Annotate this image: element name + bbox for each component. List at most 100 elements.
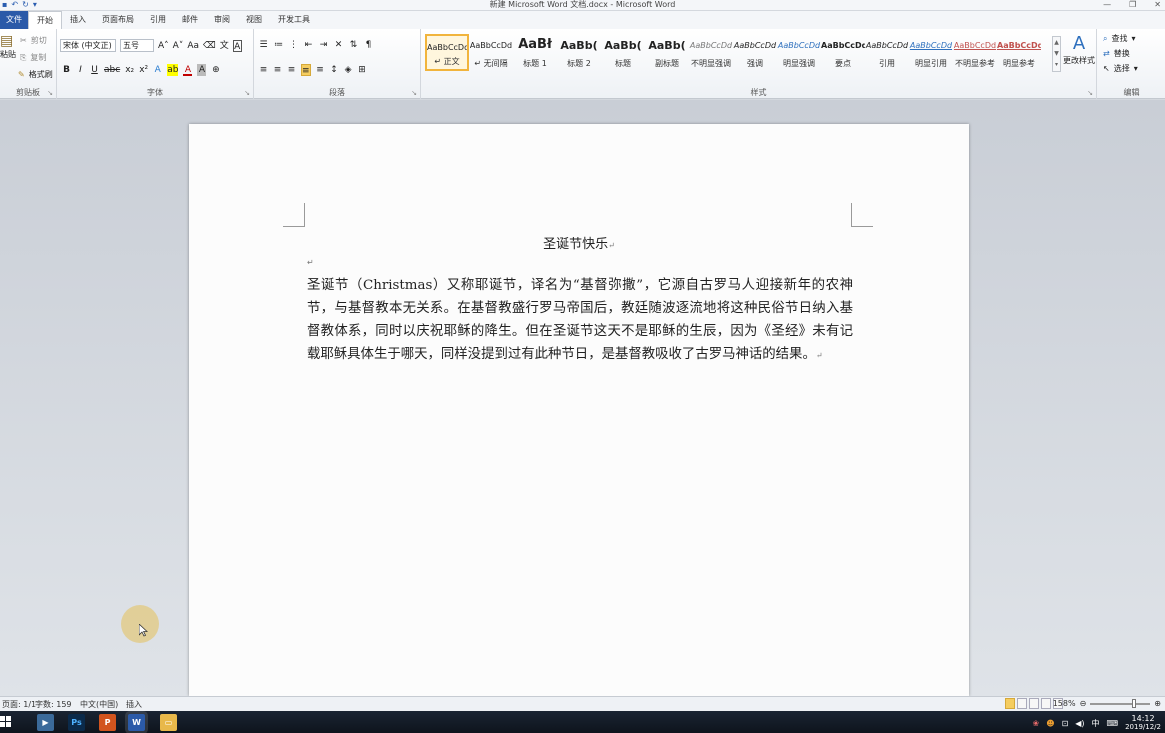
find-dropdown-icon[interactable]: ▾ (1131, 34, 1135, 43)
distributed-icon[interactable]: ≡ (316, 64, 325, 76)
volume-icon[interactable]: ◀) (1075, 719, 1084, 728)
phonetic-guide-icon[interactable]: 文 (220, 40, 229, 52)
underline-icon[interactable]: U (90, 64, 99, 76)
select-button[interactable]: 选择 (1114, 63, 1130, 74)
style-quote[interactable]: AaBbCcDd 引用 (865, 34, 909, 71)
tab-insert[interactable]: 插入 (62, 11, 94, 29)
justify-icon[interactable]: ≡ (301, 64, 311, 76)
media-player-icon[interactable]: ▶ (37, 714, 54, 731)
bold-icon[interactable]: B (62, 64, 71, 76)
clock[interactable]: 14:12 2019/12/2 (1125, 714, 1161, 732)
tray-user-icon[interactable]: ☻ (1046, 719, 1054, 728)
replace-button[interactable]: 替换 (1114, 48, 1130, 59)
style-subtle-emphasis[interactable]: AaBbCcDd 不明显强调 (689, 34, 733, 71)
tab-page-layout[interactable]: 页面布局 (94, 11, 142, 29)
full-screen-reading-icon[interactable] (1017, 698, 1027, 709)
change-styles-button[interactable]: 更改样式 (1063, 55, 1095, 66)
shading-icon[interactable]: ◈ (344, 64, 353, 76)
italic-icon[interactable]: I (76, 64, 85, 76)
char-shading-icon[interactable]: A (197, 64, 207, 76)
tab-references[interactable]: 引用 (142, 11, 174, 29)
text-effects-icon[interactable]: A (153, 64, 162, 76)
keyboard-icon[interactable]: ⌨ (1107, 719, 1119, 728)
web-layout-icon[interactable] (1029, 698, 1039, 709)
tray-app-icon[interactable]: ❀ (1033, 719, 1040, 728)
network-icon[interactable]: ⊡ (1062, 719, 1069, 728)
shrink-font-icon[interactable]: A˅ (173, 40, 184, 52)
cut-button[interactable]: 剪切 (31, 35, 47, 46)
ime-indicator[interactable]: 中 (1092, 718, 1100, 729)
restore-icon[interactable]: ❐ (1129, 0, 1136, 9)
borders-icon[interactable]: ⊞ (358, 64, 367, 76)
style-title[interactable]: AaBb( 标题 (601, 34, 645, 71)
style-subtitle[interactable]: AaBb( 副标题 (645, 34, 689, 71)
font-color-icon[interactable]: A (183, 64, 193, 76)
font-launcher-icon[interactable]: ↘ (244, 89, 250, 97)
clear-format-icon[interactable]: ⌫ (203, 40, 216, 52)
paste-button[interactable]: 粘贴 (0, 49, 16, 60)
strikethrough-icon[interactable]: abc (104, 64, 120, 76)
tab-home[interactable]: 开始 (28, 11, 62, 29)
copy-button[interactable]: 复制 (30, 52, 46, 63)
sort-icon[interactable]: ⇅ (349, 39, 358, 51)
paste-icon[interactable]: ▤ (0, 33, 13, 49)
line-spacing-icon[interactable]: ↕ (330, 64, 339, 76)
zoom-slider[interactable] (1090, 698, 1151, 708)
paragraph-launcher-icon[interactable]: ↘ (411, 89, 417, 97)
format-painter-button[interactable]: 格式刷 (29, 69, 53, 80)
char-border-icon[interactable]: A (232, 39, 242, 52)
clipboard-launcher-icon[interactable]: ↘ (47, 89, 53, 97)
zoom-out-icon[interactable]: ⊖ (1080, 699, 1087, 708)
document-page[interactable]: 圣诞节快乐↵ ↵ 圣诞节（Christmas）又称耶诞节，译名为“基督弥撒”，它… (189, 124, 969, 696)
change-styles-icon[interactable]: A (1073, 33, 1085, 54)
align-left-icon[interactable]: ≡ (259, 64, 268, 76)
decrease-indent-icon[interactable]: ⇤ (304, 39, 313, 51)
bullets-icon[interactable]: ☰ (259, 39, 268, 51)
word-icon[interactable]: W (128, 714, 145, 731)
zoom-slider-thumb[interactable] (1132, 698, 1137, 708)
select-dropdown-icon[interactable]: ▾ (1134, 64, 1138, 73)
increase-indent-icon[interactable]: ⇥ (319, 39, 328, 51)
photoshop-icon[interactable]: Ps (68, 714, 85, 731)
styles-gallery-scroll[interactable]: ▲ ▼ ▾ (1052, 36, 1061, 72)
insert-mode[interactable]: 插入 (126, 699, 142, 710)
font-size-combo[interactable]: 五号 (120, 39, 154, 52)
start-icon[interactable] (0, 716, 12, 728)
tab-mailings[interactable]: 邮件 (174, 11, 206, 29)
font-name-combo[interactable]: 宋体 (中文正) (60, 39, 116, 52)
highlight-icon[interactable]: ab (167, 64, 179, 76)
change-case-icon[interactable]: Aa (187, 40, 199, 52)
zoom-level[interactable]: 158% (1053, 699, 1076, 708)
tab-review[interactable]: 审阅 (206, 11, 238, 29)
align-center-icon[interactable]: ≡ (273, 64, 282, 76)
multilevel-list-icon[interactable]: ⋮ (289, 39, 298, 51)
close-icon[interactable]: ✕ (1154, 0, 1161, 9)
style-intense-emphasis[interactable]: AaBbCcDd 明显强调 (777, 34, 821, 71)
file-explorer-icon[interactable]: ▭ (160, 714, 177, 731)
superscript-icon[interactable]: x² (139, 64, 148, 76)
tab-developer[interactable]: 开发工具 (270, 11, 318, 29)
numbering-icon[interactable]: ≔ (274, 39, 283, 51)
enclose-char-icon[interactable]: ⊕ (211, 64, 220, 76)
tab-view[interactable]: 视图 (238, 11, 270, 29)
minimize-icon[interactable]: — (1103, 0, 1111, 9)
subscript-icon[interactable]: x₂ (125, 64, 134, 76)
language[interactable]: 中文(中国) (80, 699, 118, 710)
align-right-icon[interactable]: ≡ (287, 64, 296, 76)
style-emphasis[interactable]: AaBbCcDd 强调 (733, 34, 777, 71)
word-count[interactable]: 字数: 159 (35, 699, 72, 710)
zoom-in-icon[interactable]: ⊕ (1154, 699, 1161, 708)
tab-file[interactable]: 文件 (0, 11, 28, 29)
grow-font-icon[interactable]: A˄ (158, 40, 169, 52)
style-heading-1[interactable]: AaBł 标题 1 (513, 34, 557, 71)
style-intense-quote[interactable]: AaBbCcDd 明显引用 (909, 34, 953, 71)
powerpoint-icon[interactable]: P (99, 714, 116, 731)
styles-launcher-icon[interactable]: ↘ (1087, 89, 1093, 97)
print-layout-icon[interactable] (1005, 698, 1015, 709)
chinese-layout-icon[interactable]: ✕ (334, 39, 343, 51)
document-title[interactable]: 圣诞节快乐↵ (189, 233, 969, 252)
style-no-spacing[interactable]: AaBbCcDd ↵ 无间隔 (469, 34, 513, 71)
style-strong[interactable]: AaBbCcDd 要点 (821, 34, 865, 71)
style-heading-2[interactable]: AaBb( 标题 2 (557, 34, 601, 71)
find-button[interactable]: 查找 (1111, 33, 1127, 44)
